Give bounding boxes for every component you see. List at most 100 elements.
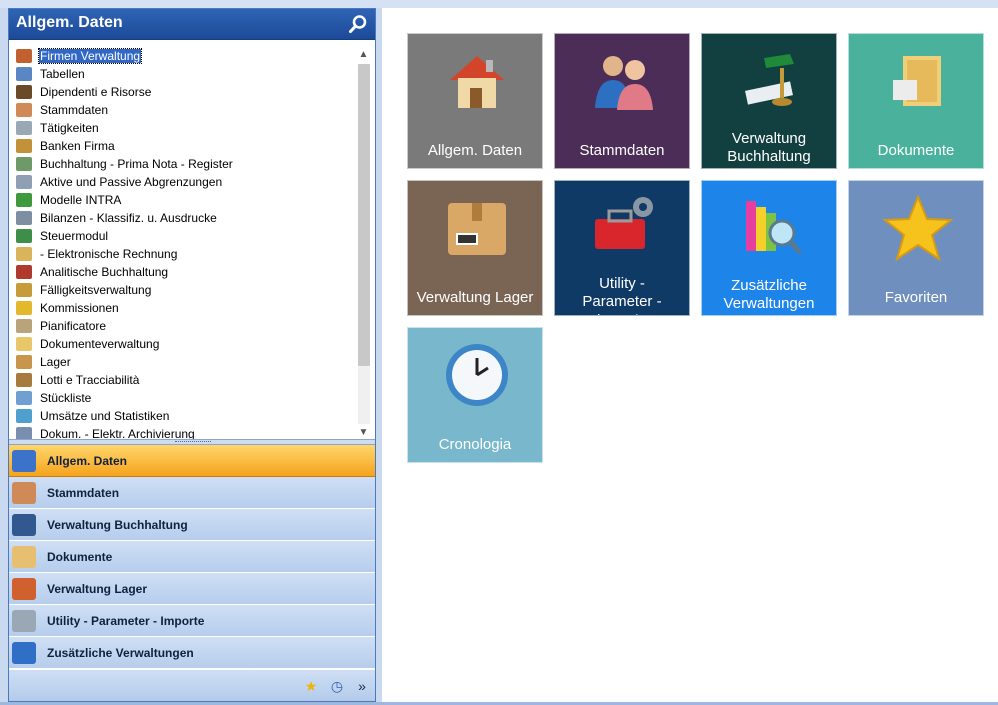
toolbox-icon — [589, 193, 659, 263]
tile[interactable]: Favoriten — [848, 180, 984, 316]
parts-list-icon — [16, 391, 32, 405]
tree-item[interactable]: Modelle INTRA — [16, 191, 351, 209]
table-icon — [16, 67, 32, 81]
section-item[interactable]: Stammdaten — [9, 477, 375, 509]
boxes-icon — [16, 373, 32, 387]
tree-item[interactable]: Buchhaltung - Prima Nota - Register — [16, 155, 351, 173]
tile[interactable]: Dokumente — [848, 33, 984, 169]
tree-item[interactable]: Lager — [16, 353, 351, 371]
tree-item[interactable]: Stückliste — [16, 389, 351, 407]
scrollbar-thumb[interactable] — [358, 64, 370, 366]
section-label: Verwaltung Lager — [47, 581, 148, 596]
tile[interactable]: Verwaltung Buchhaltung — [701, 33, 837, 169]
star-icon[interactable]: ★ — [303, 678, 319, 694]
tree-item[interactable]: Banken Firma — [16, 137, 351, 155]
tile[interactable]: Stammdaten — [554, 33, 690, 169]
tax-icon — [16, 229, 32, 243]
section-item[interactable]: Utility - Parameter - Importe — [9, 605, 375, 637]
star-icon — [882, 193, 954, 263]
tree-item[interactable]: Stammdaten — [16, 101, 351, 119]
chart-book-icon — [16, 265, 32, 279]
clock-icon[interactable]: ◷ — [329, 678, 345, 694]
tree-item[interactable]: Fälligkeitsverwaltung — [16, 281, 351, 299]
tree-item-label: Banken Firma — [40, 139, 115, 153]
tree-item[interactable]: Dokumenteverwaltung — [16, 335, 351, 353]
tree-item-label: Tätigkeiten — [40, 121, 99, 135]
desk-lamp-icon — [736, 46, 806, 116]
people-icon — [589, 46, 659, 116]
folder-icon — [12, 545, 36, 568]
tree-item-label: Buchhaltung - Prima Nota - Register — [40, 157, 233, 171]
clock-icon — [442, 340, 512, 410]
tree-item-label: Bilanzen - Klassifiz. u. Ausdrucke — [40, 211, 217, 225]
section-label: Utility - Parameter - Importe — [47, 613, 205, 628]
tree-item[interactable]: Tätigkeiten — [16, 119, 351, 137]
tree-item[interactable]: Pianificatore — [16, 317, 351, 335]
tree-item-label: - Elektronische Rechnung — [40, 247, 178, 261]
statistics-icon — [16, 409, 32, 423]
house-icon — [16, 49, 32, 63]
tile[interactable]: Allgem. Daten — [407, 33, 543, 169]
tree-list: Firmen Verwaltung Tabellen Dipendenti e Ri… — [16, 47, 351, 439]
search-icon[interactable] — [348, 14, 368, 34]
tile[interactable]: Verwaltung Lager — [407, 180, 543, 316]
tree-item-label: Lotti e Tracciabilità — [40, 373, 140, 387]
tree-item-label: Analitische Buchhaltung — [40, 265, 169, 279]
tree-item-label: Steuermodul — [40, 229, 109, 243]
tree-item[interactable]: Lotti e Tracciabilità — [16, 371, 351, 389]
scroll-down-icon[interactable]: ▼ — [356, 425, 371, 440]
tile[interactable]: Zusätzliche Verwaltungen — [701, 180, 837, 316]
cubes-icon — [12, 449, 36, 472]
tile[interactable]: Cronologia — [407, 327, 543, 463]
tree-item[interactable]: Kommissionen — [16, 299, 351, 317]
box-icon — [16, 355, 32, 369]
section-item[interactable]: Verwaltung Lager — [9, 573, 375, 605]
tree-item[interactable]: Tabellen — [16, 65, 351, 83]
tile-label: Allgem. Daten — [427, 142, 523, 159]
nav-header: Allgem. Daten — [9, 9, 375, 40]
tree-item[interactable]: Dipendenti e Risorse — [16, 83, 351, 101]
tools-icon — [12, 609, 36, 632]
tree-item[interactable]: Aktive und Passive Abgrenzungen — [16, 173, 351, 191]
box-icon — [12, 577, 36, 600]
house-icon — [442, 46, 512, 116]
folder-clock-icon — [16, 283, 32, 297]
section-label: Dokumente — [47, 549, 113, 564]
splitter-grip-icon[interactable] — [175, 441, 211, 443]
balance-icon — [16, 211, 32, 225]
tree-item-label: Umsätze und Statistiken — [40, 409, 170, 423]
function-tree: Firmen Verwaltung Tabellen Dipendenti e Ri… — [9, 41, 375, 439]
section-label: Zusätzliche Verwaltungen — [47, 645, 194, 660]
tile-label: Verwaltung Lager — [416, 289, 534, 306]
tile[interactable]: Utility - Parameter - Importe — [554, 180, 690, 316]
people-icon — [12, 481, 36, 504]
section-list: Allgem. Daten Stammdaten Verwaltung Buchha… — [9, 445, 375, 669]
tree-item[interactable]: Bilanzen - Klassifiz. u. Ausdrucke — [16, 209, 351, 227]
section-item[interactable]: Allgem. Daten — [9, 445, 375, 477]
tree-scrollbar[interactable]: ▲ ▼ — [356, 47, 371, 441]
tree-item[interactable]: Analitische Buchhaltung — [16, 263, 351, 281]
forklift-icon — [16, 85, 32, 99]
tree-item-label: Kommissionen — [40, 301, 119, 315]
section-item[interactable]: Dokumente — [9, 541, 375, 573]
tree-item[interactable]: Steuermodul — [16, 227, 351, 245]
ledger-icon — [12, 513, 36, 536]
chevron-more-icon[interactable]: » — [354, 678, 370, 694]
main-tile-area: Allgem. Daten Stammdaten Verwaltung Buchha… — [382, 8, 998, 702]
scroll-up-icon[interactable]: ▲ — [356, 47, 371, 62]
tree-item[interactable]: Umsätze und Statistiken — [16, 407, 351, 425]
tree-item[interactable]: Firmen Verwaltung — [16, 47, 351, 65]
invoice-icon — [16, 247, 32, 261]
window-top-strip — [0, 0, 998, 8]
planner-icon — [16, 319, 32, 333]
book-icon — [16, 193, 32, 207]
tree-item[interactable]: Dokum. - Elektr. Archivierung — [16, 425, 351, 439]
section-item[interactable]: Verwaltung Buchhaltung — [9, 509, 375, 541]
tree-item-label: Dokum. - Elektr. Archivierung — [40, 427, 195, 439]
tree-item-label: Dokumenteverwaltung — [40, 337, 160, 351]
scrollbar-track[interactable] — [358, 64, 370, 424]
tree-item[interactable]: - Elektronische Rechnung — [16, 245, 351, 263]
section-item[interactable]: Zusätzliche Verwaltungen — [9, 637, 375, 669]
archive-icon — [16, 427, 32, 439]
tree-item-label: Firmen Verwaltung — [37, 48, 143, 64]
